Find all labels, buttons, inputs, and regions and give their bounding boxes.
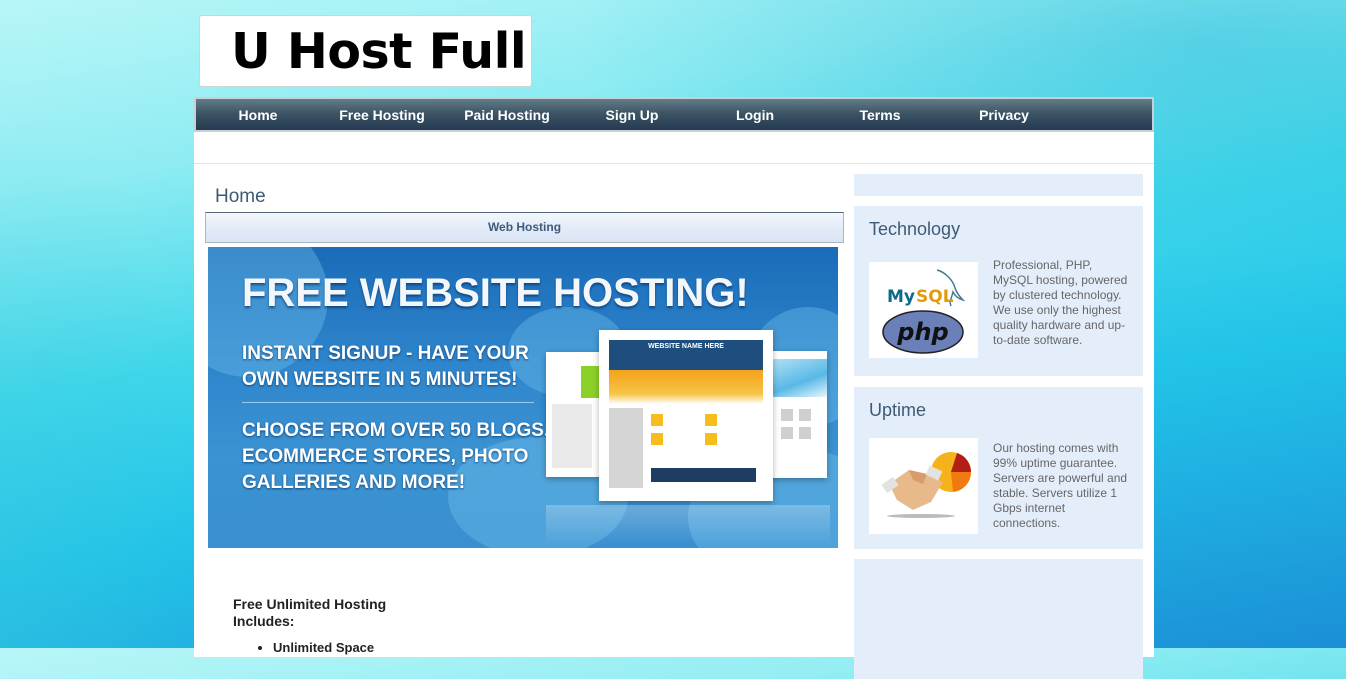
preview-thumb [799,427,811,439]
main-nav: Home Free Hosting Paid Hosting Sign Up L… [194,97,1154,132]
section-header: Web Hosting [205,212,844,243]
page-title: Home [215,186,266,207]
banner-line-4: ECOMMERCE STORES, PHOTO [242,446,529,467]
card-title: Uptime [869,400,927,420]
preview-skyline [609,370,763,404]
nav-paid-hosting[interactable]: Paid Hosting [464,107,550,123]
preview-wave-header [767,359,827,397]
banner-line-3: CHOOSE FROM OVER 50 BLOGS, [242,420,550,441]
mysql-php-logo-image: My SQL php [869,262,978,358]
preview-reflection [546,505,830,545]
preview-square [651,414,663,426]
preview-square [705,433,717,445]
nav-home[interactable]: Home [239,107,278,123]
banner-line-5: GALLERIES AND MORE! [242,472,466,493]
section-title: Web Hosting [487,220,562,234]
sidebar-card-technology: Technology My SQL php Professional, PHP,… [854,206,1143,376]
preview-site-title: WEBSITE NAME HERE [609,340,763,370]
mysql-php-icon: My SQL php [882,269,966,354]
nav-terms[interactable]: Terms [860,107,901,123]
hero-banner[interactable]: FREE WEBSITE HOSTING! INSTANT SIGNUP - H… [208,247,838,548]
preview-square [651,433,663,445]
handshake-chart-image [869,438,978,534]
site-logo[interactable]: U Host Full [199,15,532,87]
sidebar-card-empty [854,559,1143,679]
preview-sidebar [609,408,643,488]
card-text: Our hosting comes with 99% uptime guaran… [993,441,1128,530]
nav-privacy[interactable]: Privacy [979,107,1029,123]
banner-line-2: OWN WEBSITE IN 5 MINUTES! [242,369,518,390]
nav-login[interactable]: Login [736,107,774,123]
svg-text:php: php [896,318,948,346]
preview-square [705,414,717,426]
sub-header-bar [194,132,1154,164]
banner-line-1: INSTANT SIGNUP - HAVE YOUR [242,343,529,364]
nav-free-hosting[interactable]: Free Hosting [339,107,425,123]
preview-thumb [799,409,811,421]
banner-headline: FREE WEBSITE HOSTING! [242,271,749,315]
features-heading: Free Unlimited Hosting Includes: [233,596,387,629]
card-title: Technology [869,219,961,239]
preview-menu-list [552,404,592,468]
template-preview-main: WEBSITE NAME HERE [599,330,773,501]
sidebar-top-block [854,174,1143,196]
sidebar-card-uptime: Uptime Our hosting comes with 99% uptime… [854,387,1143,549]
svg-text:My: My [887,287,915,307]
preview-footer [651,468,756,482]
svg-text:SQL: SQL [916,287,954,307]
logo-text: U Host Full [231,23,527,80]
preview-thumb [781,427,793,439]
nav-sign-up[interactable]: Sign Up [606,107,659,123]
page-container: Home Free Hosting Paid Hosting Sign Up L… [194,97,1154,679]
banner-divider [242,402,534,403]
preview-thumb [781,409,793,421]
card-text: Professional, PHP, MySQL hosting, powere… [993,258,1128,347]
handshake-pie-icon [881,452,972,518]
